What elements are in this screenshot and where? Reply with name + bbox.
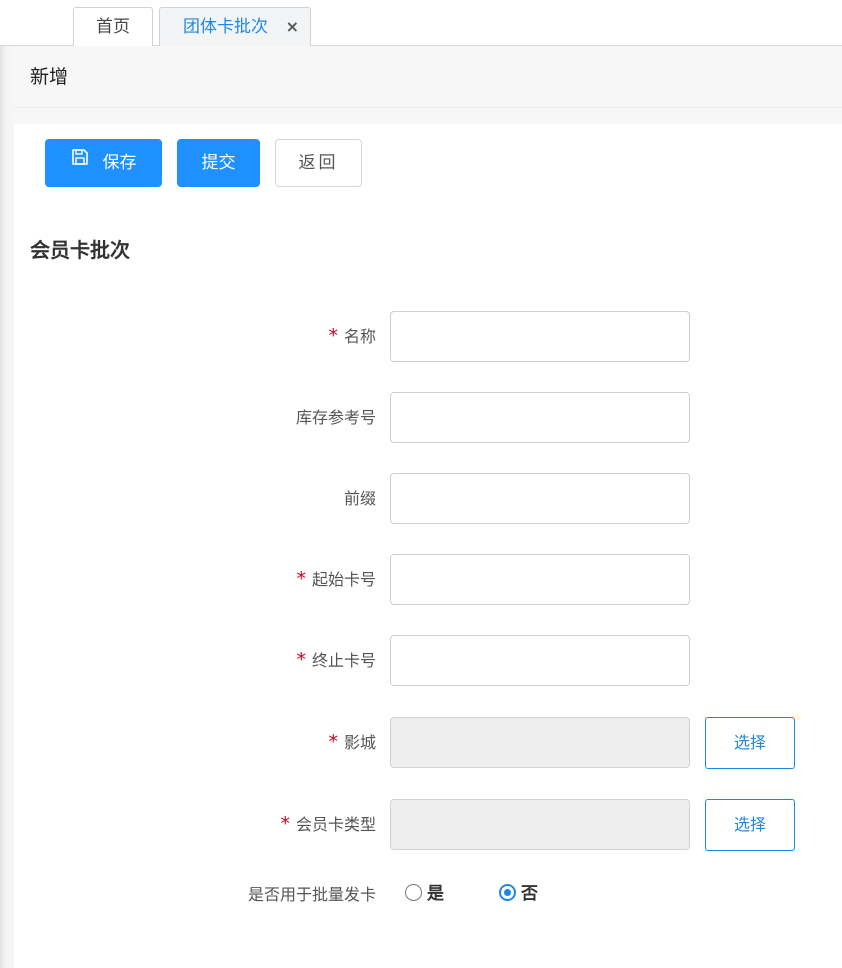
back-button-label: 返回 — [298, 153, 339, 173]
end-no-input[interactable] — [390, 635, 690, 686]
radio-checked-icon[interactable] — [499, 884, 516, 901]
form-row-name: * 名称 — [14, 311, 842, 362]
name-label: * 名称 — [328, 311, 376, 362]
radio-yes[interactable]: 是 — [405, 869, 444, 920]
card-type-label: * 会员卡类型 — [280, 799, 376, 850]
select-cinema-button[interactable]: 选择 — [705, 717, 795, 769]
save-button-label: 保存 — [102, 153, 137, 173]
start-no-label-text: 起始卡号 — [311, 570, 376, 589]
cinema-label: * 影城 — [328, 717, 376, 768]
form-content: 保存 提交 返回 会员卡批次 * 名称 库存参考号 前缀 * 起始卡号 * 终止… — [14, 124, 842, 968]
required-mark: * — [280, 813, 290, 835]
section-title: 会员卡批次 — [30, 238, 130, 262]
tab-home[interactable]: 首页 — [73, 7, 153, 46]
required-mark: * — [328, 325, 338, 347]
header-gap — [14, 108, 842, 124]
submit-button-label: 提交 — [201, 153, 236, 173]
required-mark: * — [328, 731, 338, 753]
cinema-label-text: 影城 — [343, 733, 376, 752]
batch-issue-label: 是否用于批量发卡 — [248, 869, 376, 920]
required-mark: * — [296, 649, 306, 671]
left-shadow-edge — [0, 0, 14, 968]
radio-circle-icon[interactable] — [405, 884, 422, 901]
form-row-end-no: * 终止卡号 — [14, 635, 842, 686]
stock-ref-label: 库存参考号 — [296, 392, 376, 443]
required-mark: * — [296, 568, 306, 590]
back-button[interactable]: 返回 — [275, 139, 362, 187]
form-row-card-type: * 会员卡类型 选择 — [14, 799, 842, 851]
radio-no-label: 否 — [521, 884, 538, 904]
card-type-label-text: 会员卡类型 — [295, 815, 376, 834]
select-card-type-button[interactable]: 选择 — [705, 799, 795, 851]
start-no-input[interactable] — [390, 554, 690, 605]
radio-no[interactable]: 否 — [499, 869, 538, 920]
card-type-input — [390, 799, 690, 850]
form-row-batch-issue: 是否用于批量发卡 是 否 — [14, 869, 842, 920]
prefix-label: 前缀 — [344, 473, 376, 524]
name-input[interactable] — [390, 311, 690, 362]
start-no-label: * 起始卡号 — [296, 554, 376, 605]
form-row-stock-ref: 库存参考号 — [14, 392, 842, 443]
end-no-label: * 终止卡号 — [296, 635, 376, 686]
cinema-input — [390, 717, 690, 768]
tab-home-label: 首页 — [96, 17, 130, 37]
save-icon — [71, 138, 89, 184]
page-title: 新增 — [30, 66, 69, 88]
save-button[interactable]: 保存 — [45, 139, 162, 187]
prefix-label-text: 前缀 — [343, 489, 376, 508]
tab-group-card-batch[interactable]: 团体卡批次 × — [159, 7, 311, 46]
form-row-cinema: * 影城 选择 — [14, 717, 842, 769]
submit-button[interactable]: 提交 — [177, 139, 260, 187]
prefix-input[interactable] — [390, 473, 690, 524]
form-row-start-no: * 起始卡号 — [14, 554, 842, 605]
end-no-label-text: 终止卡号 — [311, 651, 376, 670]
form-row-prefix: 前缀 — [14, 473, 842, 524]
tab-group-card-batch-label: 团体卡批次 — [183, 17, 268, 37]
page-header: 新增 — [14, 46, 842, 108]
radio-yes-label: 是 — [427, 884, 444, 904]
stock-ref-label-text: 库存参考号 — [295, 408, 376, 427]
batch-issue-label-text: 是否用于批量发卡 — [247, 885, 376, 904]
close-icon[interactable]: × — [286, 8, 299, 46]
tab-bar: 首页 团体卡批次 × — [0, 0, 842, 46]
stock-ref-input[interactable] — [390, 392, 690, 443]
name-label-text: 名称 — [343, 327, 376, 346]
